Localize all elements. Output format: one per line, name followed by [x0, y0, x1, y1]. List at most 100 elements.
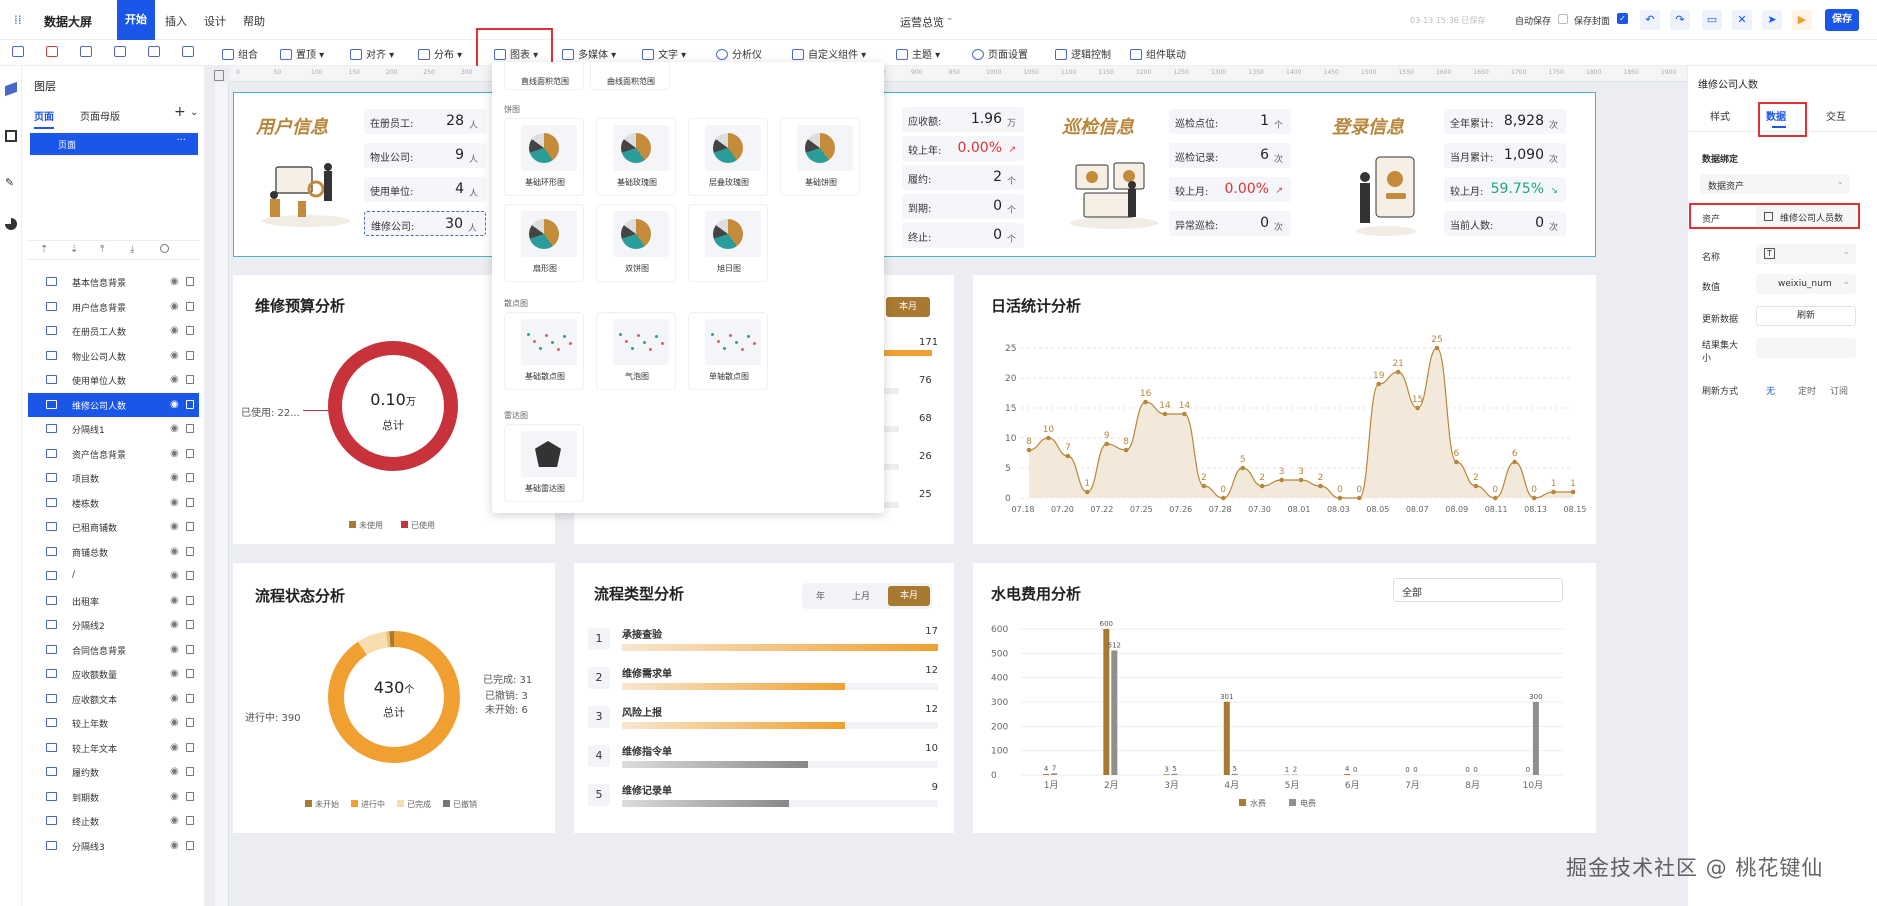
lock-icon[interactable] — [186, 277, 194, 286]
lock-icon[interactable] — [186, 326, 194, 335]
eye-icon[interactable]: ◉ — [170, 521, 179, 532]
play-icon[interactable]: ▶ — [1792, 10, 1812, 30]
flow-status-card[interactable]: 流程状态分析 430个 总计 进行中: 390 已完成: 31 已撤销: 3 未… — [233, 563, 555, 833]
refresh-mode-subscribe[interactable]: 订阅 — [1830, 384, 1848, 397]
lock-icon[interactable] — [186, 693, 194, 703]
apps-grid-icon[interactable]: ⁞⁞ — [14, 13, 28, 27]
chart-type-tile[interactable]: 基础雷达图 — [504, 424, 584, 502]
lock-tool-icon[interactable] — [148, 46, 164, 58]
layer-item[interactable]: 应收额数量 ◉ — [28, 662, 199, 686]
result-size-input[interactable] — [1756, 338, 1856, 358]
layer-item[interactable]: 终止数 ◉ — [28, 809, 199, 833]
eye-icon[interactable]: ◉ — [170, 570, 179, 581]
components-icon[interactable] — [5, 130, 17, 142]
layer-item[interactable]: 合同信息背景 ◉ — [28, 638, 199, 662]
tools-icon[interactable]: ✎ — [5, 176, 14, 189]
nav-tab-help[interactable]: 帮助 — [243, 13, 265, 29]
layer-item[interactable]: 较上年文本 ◉ — [28, 736, 199, 760]
layer-item[interactable]: 分隔线1 ◉ — [28, 417, 199, 441]
save-button[interactable]: 保存 — [1825, 9, 1859, 31]
toolbar-media[interactable]: 多媒体 ▾ — [562, 46, 616, 61]
toolbar-linkage[interactable]: 组件联动 — [1130, 46, 1186, 61]
layer-item[interactable]: 在册员工人数 ◉ — [28, 319, 199, 343]
layer-item[interactable]: 用户信息背景 ◉ — [28, 295, 199, 319]
toolbar-logic[interactable]: 逻辑控制 — [1055, 46, 1111, 61]
copy-icon[interactable] — [12, 46, 28, 58]
save-cover-label[interactable]: 保存封面 — [1574, 14, 1610, 27]
auto-save-label[interactable]: 自动保存 — [1515, 14, 1551, 27]
lock-icon[interactable] — [186, 350, 194, 360]
lock-icon[interactable] — [186, 742, 194, 752]
lock-icon[interactable] — [186, 448, 194, 458]
popup-top-item[interactable]: 曲线面积范围 — [590, 62, 670, 90]
lock-icon[interactable] — [186, 791, 194, 801]
lock-icon[interactable] — [186, 644, 194, 654]
layer-item[interactable]: 楼栋数 ◉ — [28, 491, 199, 515]
layer-item[interactable]: 履约数 ◉ — [28, 760, 199, 784]
layer-item[interactable]: 资产信息背景 ◉ — [28, 442, 199, 466]
lock-icon[interactable] — [186, 473, 194, 482]
mid-tab-month[interactable]: 本月 — [886, 297, 930, 317]
tab-style[interactable]: 样式 — [1710, 108, 1730, 123]
popup-top-item[interactable]: 直线面积范围 — [504, 62, 584, 90]
lock-icon[interactable] — [186, 840, 194, 850]
lock-icon[interactable] — [186, 571, 194, 580]
eye-icon[interactable]: ◉ — [170, 717, 179, 728]
toolbar-top[interactable]: 置顶 ▾ — [280, 46, 324, 61]
layer-item[interactable]: 分隔线3 ◉ — [28, 834, 199, 858]
eye-icon[interactable]: ◉ — [170, 693, 179, 704]
chart-type-tile[interactable]: 气泡图 — [596, 312, 676, 390]
layer-item[interactable]: 商铺总数 ◉ — [28, 540, 199, 564]
eye-icon[interactable]: ◉ — [170, 423, 179, 434]
eraser-icon[interactable] — [80, 46, 96, 58]
layer-item[interactable]: 已租商铺数 ◉ — [28, 515, 199, 539]
refresh-mode-timer[interactable]: 定时 — [1798, 384, 1816, 397]
lock-icon[interactable] — [186, 399, 194, 409]
eye-icon[interactable]: ◉ — [170, 619, 179, 630]
layer-item[interactable]: 出租率 ◉ — [28, 589, 199, 613]
tab-year[interactable]: 年 — [816, 589, 825, 611]
lock-icon[interactable] — [186, 620, 194, 629]
refresh-mode-none[interactable]: 无 — [1766, 384, 1775, 397]
close-icon[interactable]: ✕ — [1732, 10, 1752, 30]
utility-card[interactable]: 水电费用分析 全部 0 100 200 300 400 500 600 4 7 1月 600 512 2… — [973, 563, 1596, 833]
lock-icon[interactable] — [186, 595, 194, 605]
layer-item[interactable]: 使用单位人数 ◉ — [28, 368, 199, 392]
chart-type-tile[interactable]: 单轴散点图 — [688, 312, 768, 390]
publish-icon[interactable]: ➤ — [1762, 10, 1782, 30]
chevron-down-icon[interactable]: ⌄ — [190, 107, 198, 118]
edit-icon[interactable] — [114, 46, 130, 58]
trash-icon[interactable] — [214, 70, 224, 81]
eye-icon[interactable]: ◉ — [170, 399, 179, 410]
toolbar-distribute[interactable]: 分布 ▾ — [418, 46, 462, 61]
move-down-icon[interactable]: ⇣ — [70, 244, 78, 255]
send-bottom-icon[interactable]: ⤓ — [130, 244, 134, 255]
layer-item[interactable]: 物业公司人数 ◉ — [28, 344, 199, 368]
flow-type-card[interactable]: 流程类型分析 年 上月 本月 1 承接查验 17 2 维修需求单 12 3 风险上报 12 4 维修… — [574, 563, 954, 833]
eye-icon[interactable]: ◉ — [170, 766, 179, 777]
layer-item[interactable]: 项目数 ◉ — [28, 466, 199, 490]
tab-interaction[interactable]: 交互 — [1826, 108, 1846, 123]
chart-type-tile[interactable]: 层叠玫瑰图 — [688, 118, 768, 196]
store-icon[interactable] — [182, 46, 198, 58]
tab-page-master[interactable]: 页面母版 — [80, 108, 120, 123]
chart-type-tile[interactable]: 基础饼图 — [780, 118, 860, 196]
value-select[interactable]: weixiu_num ⌄ — [1756, 274, 1856, 294]
eye-icon[interactable]: ◉ — [170, 742, 179, 753]
layer-item[interactable]: 应收额文本 ◉ — [28, 687, 199, 711]
bring-top-icon[interactable]: ⤒ — [100, 244, 104, 255]
layer-item[interactable]: 分隔线2 ◉ — [28, 613, 199, 637]
undo-icon[interactable]: ↶ — [1640, 10, 1660, 30]
eye-icon[interactable]: ◉ — [170, 325, 179, 336]
eye-icon[interactable]: ◉ — [170, 546, 179, 557]
chart-type-tile[interactable]: 旭日图 — [688, 204, 768, 282]
lock-icon[interactable] — [186, 375, 194, 384]
lock-icon[interactable] — [186, 497, 194, 507]
nav-tab-insert[interactable]: 插入 — [165, 13, 187, 29]
redo-icon[interactable]: ↷ — [1670, 10, 1690, 30]
move-up-icon[interactable]: ⇡ — [40, 244, 48, 255]
nav-tab-design[interactable]: 设计 — [204, 13, 226, 29]
chart-type-tile[interactable]: 基础散点图 — [504, 312, 584, 390]
eye-icon[interactable]: ◉ — [170, 448, 179, 459]
more-icon[interactable]: ··· — [176, 135, 186, 146]
